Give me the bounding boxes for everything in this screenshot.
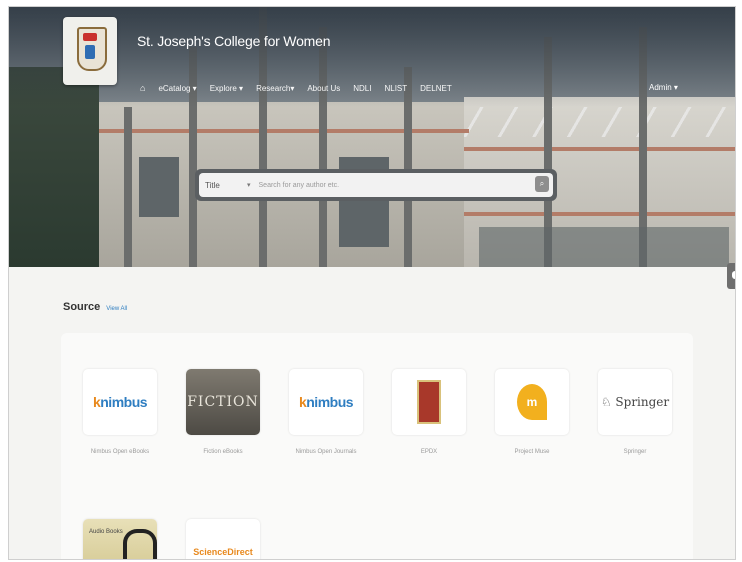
nav-item-about[interactable]: About Us [307,84,340,93]
project-muse-logo: m [517,384,547,420]
source-card[interactable]: Audio Books [83,519,163,559]
site-title[interactable]: St. Joseph's College for Women [137,33,330,49]
college-logo[interactable] [63,17,117,85]
source-logo: Audio Books [83,519,157,559]
source-label: EPDX [420,449,438,455]
hero-stripe [464,147,735,151]
source-card[interactable]: ♘ Springer Springer [598,369,678,457]
source-logo: ♘ Springer [598,369,672,435]
source-heading: Source View All [63,301,127,313]
epdx-logo [417,380,441,424]
search-button[interactable]: ⌕ [535,176,549,192]
search-box: Title ▾ Search for any author etc. ⌕ [199,173,553,197]
source-card[interactable]: m Project Muse [495,369,575,457]
view-all-link[interactable]: View All [106,306,127,312]
source-card[interactable]: knimbus Nimbus Open eBooks [83,369,163,457]
search-icon: ⌕ [539,179,545,188]
source-card[interactable]: ScienceDirect [186,519,266,559]
source-label: Springer [623,449,647,455]
source-label: Nimbus Open eBooks [90,449,150,455]
user-menu[interactable]: Admin ▾ [649,83,678,92]
source-card[interactable]: FICTION Fiction eBooks [186,369,266,457]
source-card[interactable]: knimbus Nimbus Open Journals [289,369,369,457]
headphones-icon [123,529,157,559]
source-card[interactable]: EPDX [392,369,472,457]
knimbus-logo: knimbus [92,394,148,410]
user-icon [732,271,735,279]
nav-item-explore[interactable]: Explore ▾ [210,84,243,93]
source-label: Project Muse [514,449,550,455]
search-bar: Title ▾ Search for any author etc. ⌕ [195,169,557,201]
source-label: Nimbus Open Journals [295,449,357,455]
home-icon[interactable]: ⌂ [140,83,145,93]
sciencedirect-logo: ScienceDirect [193,547,253,557]
springer-logo: ♘ Springer [600,395,670,409]
nav-item-ndli[interactable]: NDLI [353,84,371,93]
crest-icon [77,27,107,71]
source-label: Fiction eBooks [203,449,243,455]
hero-stripe [99,129,469,133]
section-title: Source [63,301,101,313]
main-nav: ⌂ eCatalog ▾ Explore ▾ Research▾ About U… [140,83,452,93]
chevron-down-icon[interactable]: ▾ [247,181,251,189]
source-logo [392,369,466,435]
nav-item-nlist[interactable]: NLIST [384,84,407,93]
hero-column [124,107,132,267]
source-panel: knimbus Nimbus Open eBooks FICTION Ficti… [61,333,693,559]
nav-item-delnet[interactable]: DELNET [420,84,452,93]
hero-banner: St. Joseph's College for Women ⌂ eCatalo… [9,7,735,267]
main-content: Source View All knimbus Nimbus Open eBoo… [9,267,735,559]
source-logo: FICTION [186,369,260,435]
hero-stripe [464,212,735,216]
audio-books-logo: Audio Books [83,519,157,559]
search-input[interactable]: Search for any author etc. [259,182,553,189]
knimbus-logo: knimbus [298,394,354,410]
browser-frame: St. Joseph's College for Women ⌂ eCatalo… [8,6,736,560]
source-logo: knimbus [289,369,363,435]
search-field-select[interactable]: Title [199,181,247,190]
source-logo: knimbus [83,369,157,435]
fiction-logo: FICTION [186,369,260,435]
side-feedback-tab[interactable] [727,263,735,289]
source-logo: m [495,369,569,435]
nav-item-ecatalog[interactable]: eCatalog ▾ [158,84,196,93]
hero-window [479,227,729,267]
hero-railing [464,107,735,137]
nav-item-research[interactable]: Research▾ [256,84,294,93]
source-logo: ScienceDirect [186,519,260,559]
hero-window [139,157,179,217]
